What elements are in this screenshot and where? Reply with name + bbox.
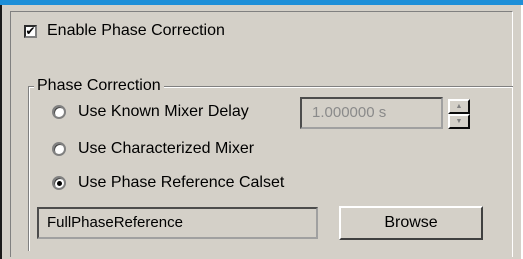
radio-dot-icon xyxy=(56,180,62,186)
mixer-delay-spinner[interactable]: ▲ ▼ xyxy=(448,99,470,129)
radio-selected-icon[interactable] xyxy=(52,176,66,190)
enable-phase-correction-label: Enable Phase Correction xyxy=(47,22,225,39)
radio-phase-reference-calset[interactable]: Use Phase Reference Calset xyxy=(52,174,284,192)
radio-icon[interactable] xyxy=(52,142,66,156)
radio-label: Use Characterized Mixer xyxy=(78,140,255,157)
enable-phase-correction-checkbox[interactable]: ✔ Enable Phase Correction xyxy=(24,22,225,40)
group-title: Phase Correction xyxy=(34,76,164,96)
mixer-delay-field[interactable]: 1.000000 s xyxy=(300,97,443,129)
radio-characterized-mixer[interactable]: Use Characterized Mixer xyxy=(52,140,254,158)
radio-icon[interactable] xyxy=(52,105,66,119)
radio-label: Use Phase Reference Calset xyxy=(78,174,285,191)
check-icon[interactable]: ✔ xyxy=(24,24,37,38)
radio-label: Use Known Mixer Delay xyxy=(78,103,249,120)
spin-up-icon[interactable]: ▲ xyxy=(448,99,470,114)
calset-field[interactable]: FullPhaseReference xyxy=(37,207,318,239)
spin-down-icon[interactable]: ▼ xyxy=(448,114,470,129)
browse-button[interactable]: Browse xyxy=(339,206,483,240)
radio-known-mixer-delay[interactable]: Use Known Mixer Delay xyxy=(52,103,249,121)
